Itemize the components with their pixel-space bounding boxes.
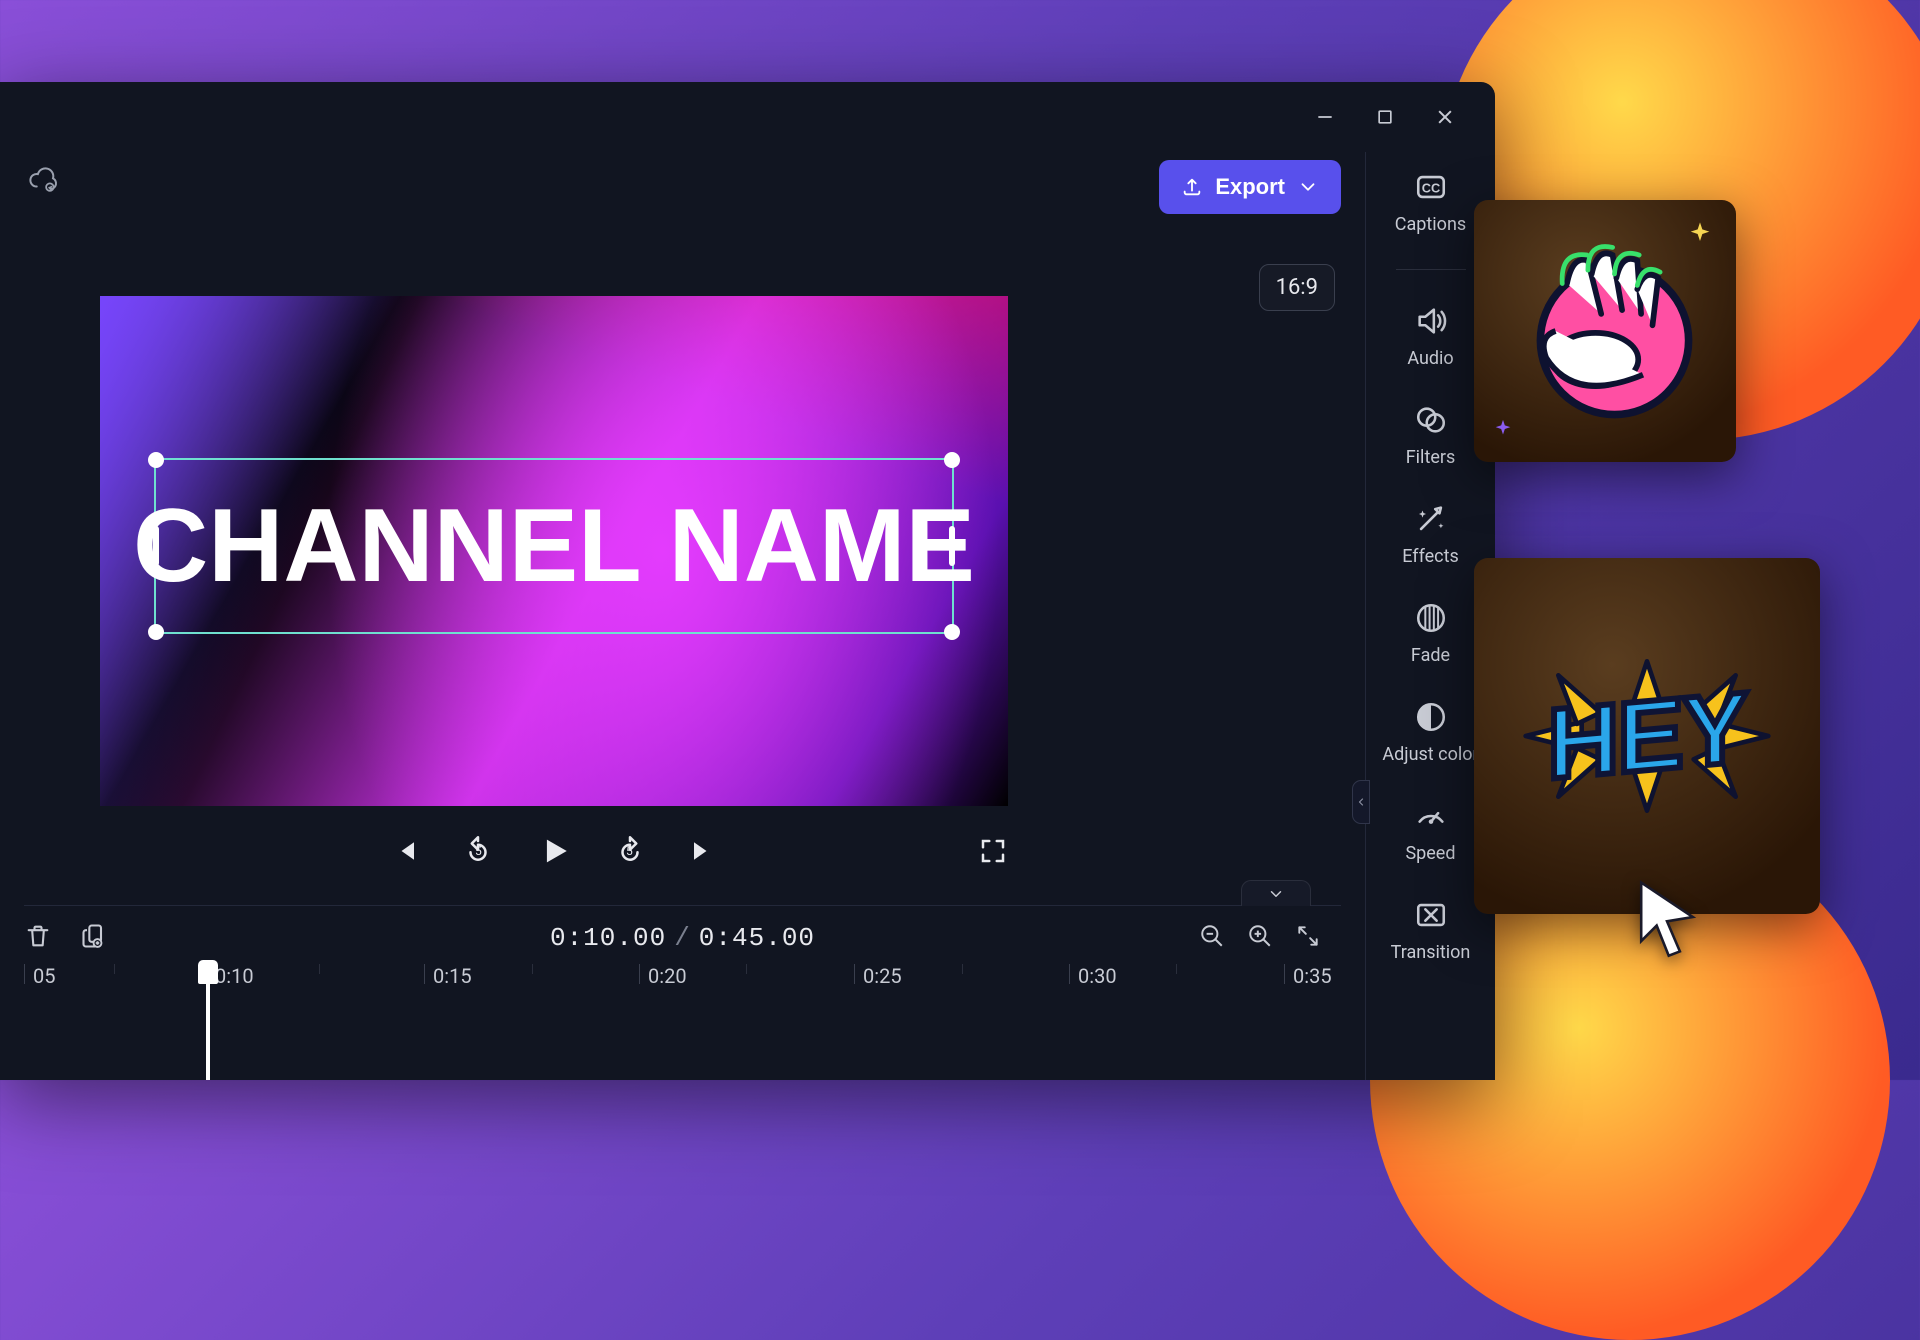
- svg-text:CC: CC: [1421, 181, 1439, 196]
- sidebar-item-label: Fade: [1411, 645, 1450, 666]
- timeline-tick: [1176, 964, 1185, 974]
- resize-handle[interactable]: [944, 452, 960, 468]
- export-label: Export: [1215, 174, 1285, 200]
- sidebar-item-label: Adjust color: [1382, 744, 1478, 765]
- play-button[interactable]: [537, 834, 571, 868]
- timeline-tick: [746, 964, 755, 974]
- delete-button[interactable]: [24, 922, 52, 954]
- skip-start-button[interactable]: [389, 836, 419, 866]
- timecode: 0:10.00/0:45.00: [550, 923, 815, 953]
- hand-wave-sticker: [1510, 236, 1700, 426]
- copy-paste-button[interactable]: [80, 922, 108, 954]
- aspect-ratio-value: 16:9: [1276, 275, 1318, 300]
- zoom-out-button[interactable]: [1199, 923, 1225, 953]
- forward-5-button[interactable]: 5: [615, 836, 645, 866]
- total-time: 0:45.00: [699, 923, 815, 953]
- sticker-card-hand: [1474, 200, 1736, 462]
- titlebar: [0, 82, 1495, 152]
- sparkle-icon: [1686, 220, 1714, 252]
- resize-handle[interactable]: [148, 624, 164, 640]
- timeline-tick: 0:35: [1284, 964, 1332, 984]
- sidebar-expand-toggle[interactable]: [1352, 780, 1370, 824]
- sidebar-item-label: Transition: [1391, 942, 1471, 963]
- maximize-button[interactable]: [1375, 107, 1395, 127]
- resize-handle[interactable]: [148, 452, 164, 468]
- forward-seconds: 5: [626, 844, 633, 858]
- hey-text: HEY: [1548, 670, 1747, 803]
- text-selection-box[interactable]: CHANNEL NAME: [154, 458, 954, 634]
- minimize-button[interactable]: [1315, 107, 1335, 127]
- cursor-icon: [1624, 874, 1710, 964]
- playhead[interactable]: [206, 964, 210, 1080]
- transport-controls: 5 5: [100, 834, 1008, 868]
- sticker-card-hey: HEY: [1474, 558, 1820, 914]
- sidebar-item-label: Captions: [1395, 214, 1466, 235]
- sidebar-item-label: Speed: [1405, 843, 1455, 864]
- app-window: Export 16:9 CHANNEL NAME: [0, 82, 1495, 1080]
- timeline-tick: [532, 964, 541, 974]
- timeline: 0:10.00/0:45.00: [24, 905, 1341, 1080]
- divider: [1396, 269, 1466, 270]
- timeline-collapse-toggle[interactable]: [1241, 880, 1311, 906]
- sidebar-item-effects[interactable]: Effects: [1366, 502, 1495, 567]
- export-button[interactable]: Export: [1159, 160, 1341, 214]
- sidebar-item-label: Audio: [1407, 348, 1453, 369]
- video-preview[interactable]: CHANNEL NAME: [100, 296, 1008, 806]
- timeline-tick: [319, 964, 328, 974]
- rewind-seconds: 5: [475, 844, 482, 858]
- timeline-tick: 0:20: [639, 964, 687, 984]
- sparkle-icon: [1492, 418, 1514, 444]
- current-time: 0:10.00: [550, 923, 666, 953]
- timeline-tick: [962, 964, 971, 974]
- zoom-in-button[interactable]: [1247, 923, 1273, 953]
- skip-end-button[interactable]: [689, 836, 719, 866]
- sidebar-item-label: Filters: [1406, 447, 1456, 468]
- timeline-tick: 05: [24, 964, 55, 984]
- resize-handle[interactable]: [944, 624, 960, 640]
- aspect-ratio-button[interactable]: 16:9: [1259, 264, 1335, 311]
- fullscreen-button[interactable]: [978, 836, 1008, 866]
- timeline-tick: 0:25: [854, 964, 902, 984]
- close-button[interactable]: [1435, 107, 1455, 127]
- timeline-ruler[interactable]: 05 0:10 0:15 0:20 0:25 0:30 0:35: [24, 964, 1341, 1080]
- timeline-tick: 0:30: [1069, 964, 1117, 984]
- rewind-5-button[interactable]: 5: [463, 836, 493, 866]
- timeline-tick: 0:15: [424, 964, 472, 984]
- chevron-down-icon: [1297, 176, 1319, 198]
- cloud-sync-icon[interactable]: [28, 164, 58, 198]
- timeline-tick: [114, 964, 123, 974]
- editor-main: Export 16:9 CHANNEL NAME: [0, 152, 1365, 1080]
- fit-timeline-button[interactable]: [1295, 923, 1321, 953]
- sidebar-item-label: Effects: [1402, 546, 1459, 567]
- title-text[interactable]: CHANNEL NAME: [133, 494, 975, 598]
